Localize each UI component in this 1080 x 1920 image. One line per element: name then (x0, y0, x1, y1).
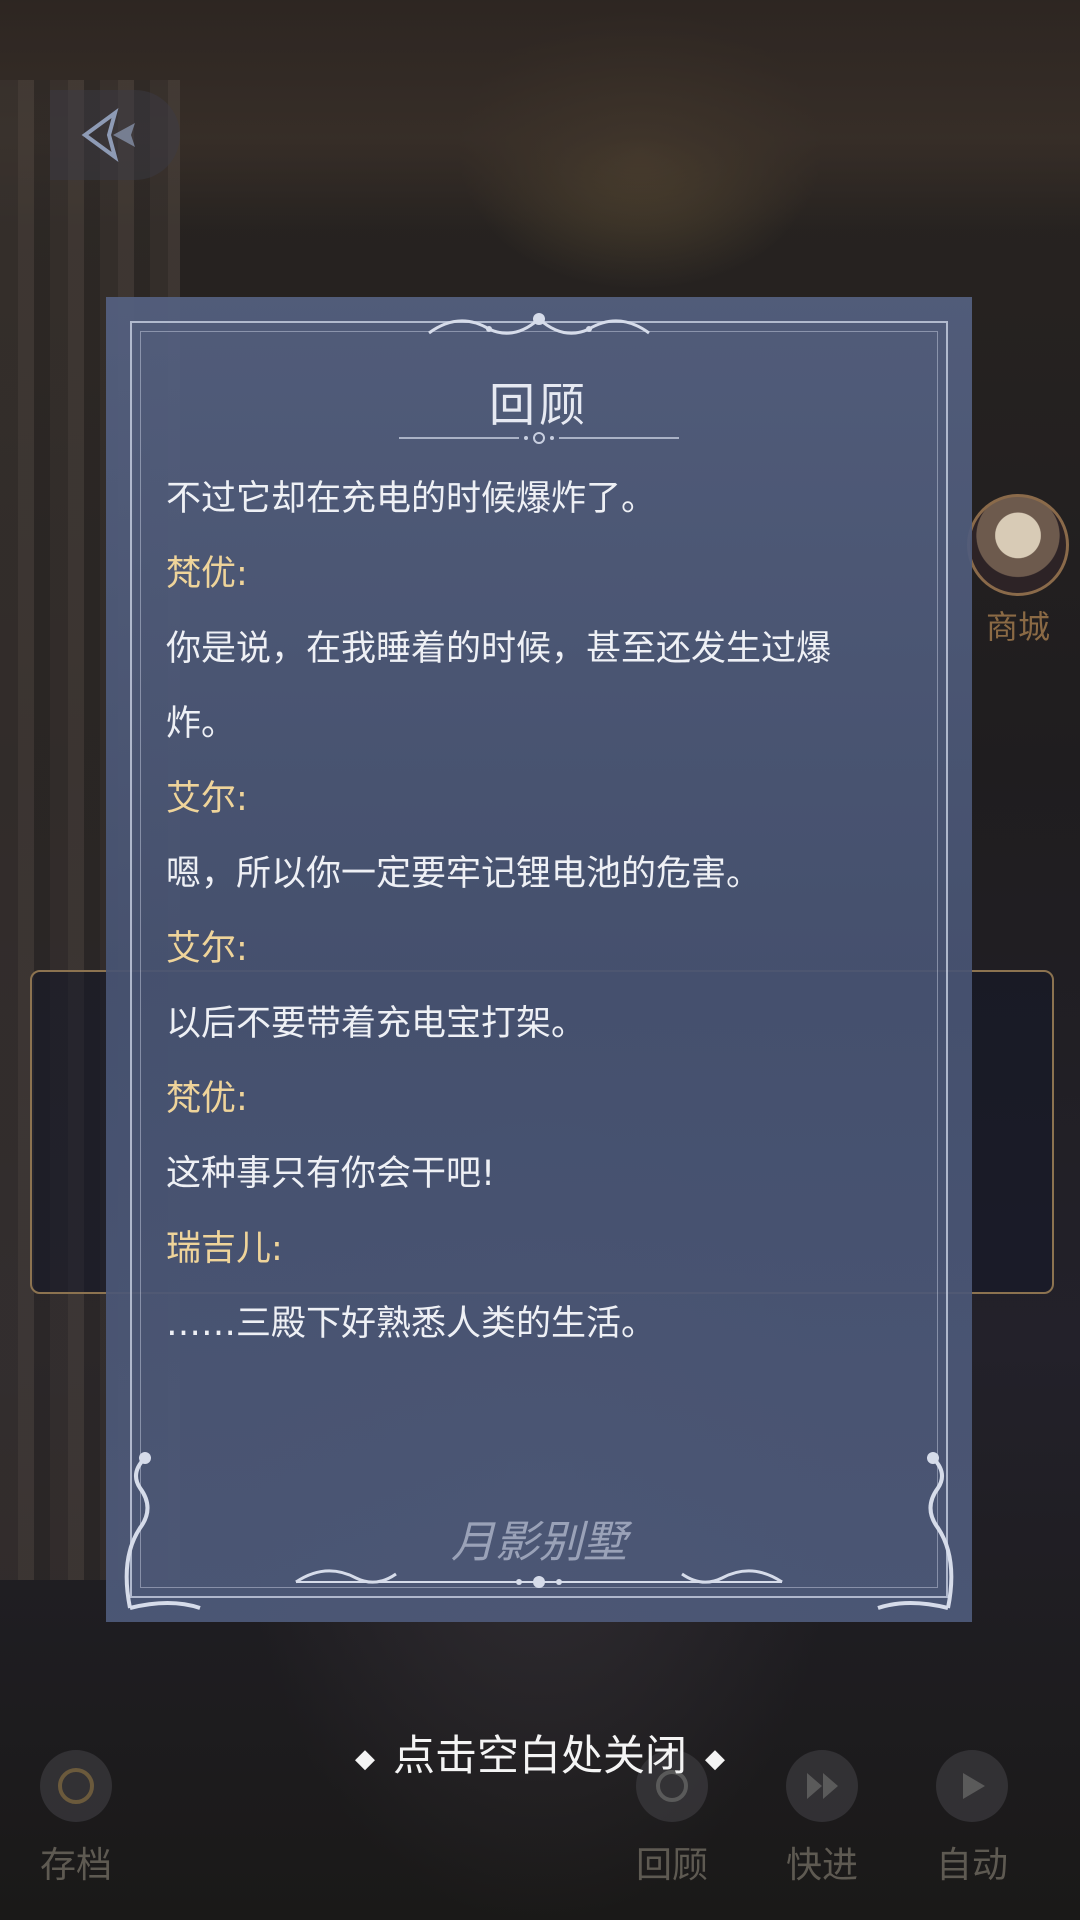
top-ornament (428, 313, 650, 335)
review-log-panel: 回顾 不过它却在充电的时候爆炸了。 梵优: 你是说，在我睡着的时候，甚至还发生过爆炸… (106, 297, 972, 1622)
dialogue-line: 以后不要带着充电宝打架。 (166, 1004, 587, 1044)
speaker-name: 艾尔: (166, 929, 248, 969)
dialogue-line: ……三殿下好熟悉人类的生活。 (166, 1304, 657, 1344)
auto-label: 自动 (936, 1845, 1009, 1886)
save-label: 存档 (40, 1845, 113, 1886)
title-divider (399, 432, 679, 444)
panel-title: 回顾 (489, 378, 589, 432)
speaker-name: 瑞吉儿: (166, 1229, 283, 1269)
shop-button[interactable]: 商城 (967, 494, 1069, 648)
dialogue-line: 嗯，所以你一定要牢记锂电池的危害。 (166, 854, 762, 894)
shop-avatar (967, 494, 1069, 596)
diamond-icon: ◆ (705, 1744, 725, 1774)
dialogue-line: 炸。 (166, 704, 237, 744)
close-hint-text: 点击空白处关闭 (392, 1731, 687, 1780)
review-label: 回顾 (636, 1845, 709, 1886)
game-logo-watermark: 月影别墅 (451, 1517, 627, 1568)
back-button[interactable] (50, 90, 180, 180)
speaker-name: 艾尔: (166, 779, 248, 819)
dialogue-line: 你是说，在我睡着的时候，甚至还发生过爆 (166, 629, 832, 669)
dialogue-line: 这种事只有你会干吧! (166, 1154, 496, 1194)
dialogue-line: 不过它却在充电的时候爆炸了。 (166, 479, 657, 519)
speaker-name: 梵优: (166, 554, 248, 594)
back-arrow-icon (81, 107, 135, 163)
fast-forward-label: 快进 (786, 1845, 859, 1886)
close-hint[interactable]: ◆ 点击空白处关闭 ◆ (0, 1722, 1080, 1783)
speaker-name: 梵优: (166, 1079, 248, 1119)
dialogue-log[interactable]: 不过它却在充电的时候爆炸了。 梵优: 你是说，在我睡着的时候，甚至还发生过爆 炸。艾尔… (166, 462, 906, 1362)
diamond-icon: ◆ (354, 1744, 375, 1774)
shop-label: 商城 (985, 608, 1050, 646)
